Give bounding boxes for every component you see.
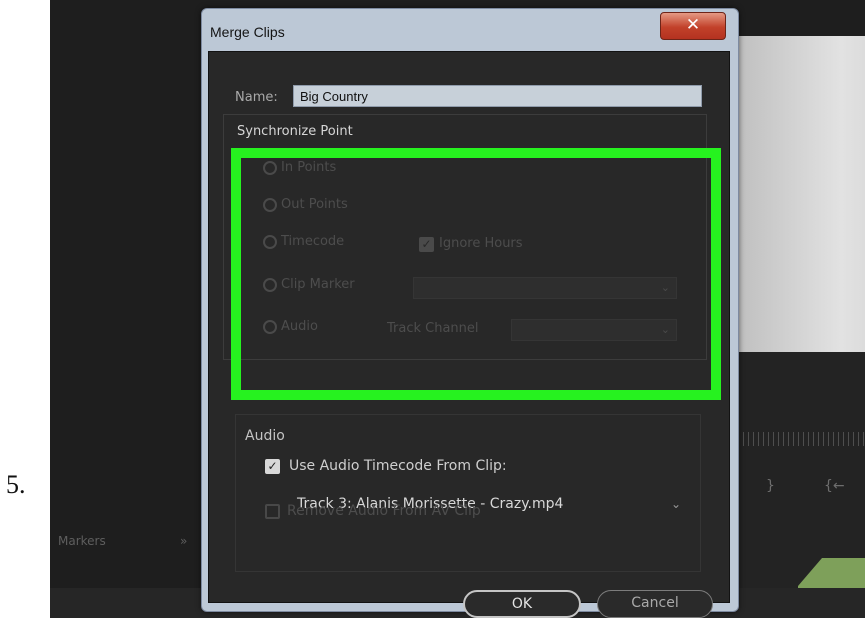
out-points-radio[interactable] [263,197,277,212]
program-monitor-preview [730,36,865,352]
step-number: 5. [6,470,26,499]
dialog-title: Merge Clips [210,24,285,40]
chevron-down-icon: ⌄ [670,497,681,511]
name-label: Name: [235,90,278,105]
remove-audio-checkbox[interactable] [265,504,280,519]
go-to-in-icon: {← [824,478,845,494]
audio-section-title: Audio [245,428,285,444]
timecode-option[interactable]: Timecode [263,234,344,254]
clip-marker-radio[interactable] [263,277,277,292]
ignore-hours-checkbox[interactable]: ✓ [419,237,434,252]
clip-marker-select[interactable]: ⌄ [413,277,677,299]
track-channel-select[interactable]: ⌄ [511,319,677,341]
close-button[interactable]: ✕ [660,12,726,40]
ignore-hours-label: Ignore Hours [439,236,523,251]
use-audio-timecode-label: Use Audio Timecode From Clip: [289,458,507,474]
out-points-option[interactable]: Out Points [263,197,348,217]
in-points-radio[interactable] [263,160,277,175]
synchronize-point-title: Synchronize Point [237,124,353,139]
use-audio-timecode-checkbox[interactable]: ✓ [265,459,280,474]
mark-out-icon: } [766,478,775,494]
timecode-label: Timecode [281,234,345,249]
in-points-label: In Points [281,160,337,175]
name-input[interactable] [293,85,702,107]
out-points-label: Out Points [281,197,348,212]
timecode-radio[interactable] [263,234,277,249]
merge-clips-dialog: Merge Clips ✕ Name: Synchronize Point In… [201,8,739,618]
remove-audio-label: Remove Audio From AV Clip [287,503,481,519]
track-channel-label: Track Channel [387,321,479,336]
ok-button[interactable]: OK [463,590,581,618]
audio-sync-radio[interactable] [263,319,277,334]
panel-overflow-icon[interactable]: » [180,534,187,548]
audio-sync-option[interactable]: Audio [263,319,318,339]
clip-marker-option[interactable]: Clip Marker [263,277,355,297]
cancel-button[interactable]: Cancel [597,590,713,618]
dialog-body: Name: Synchronize Point In Points Out Po… [208,51,730,618]
markers-tab[interactable]: Markers [58,534,106,548]
clip-marker-label: Clip Marker [281,277,355,292]
timeline-ruler-ticks [738,432,865,446]
audio-sync-label: Audio [281,319,318,334]
in-points-option[interactable]: In Points [263,160,336,180]
markers-tab-bar: Markers » [50,528,210,552]
